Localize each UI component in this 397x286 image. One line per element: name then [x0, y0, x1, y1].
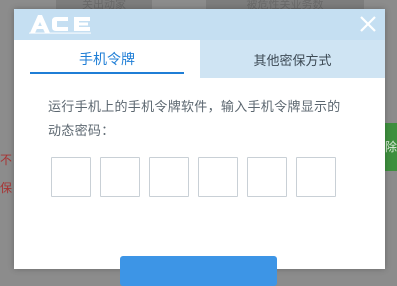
- code-digit-input-4[interactable]: [198, 157, 238, 197]
- tab-label: 手机令牌: [79, 52, 135, 68]
- code-digit-input-2[interactable]: [100, 157, 140, 197]
- ace-logo-icon: [28, 12, 94, 36]
- close-icon[interactable]: [357, 13, 379, 35]
- background-text-fragment: 不: [0, 153, 13, 167]
- tab-other-methods[interactable]: 其他密保方式: [200, 40, 385, 78]
- verification-method-tabs: 手机令牌 其他密保方式: [14, 40, 385, 78]
- submit-button[interactable]: [120, 256, 277, 286]
- dynamic-code-input-group: [51, 157, 336, 197]
- tab-phone-token[interactable]: 手机令牌: [14, 40, 200, 78]
- background-button-fragment: 除: [385, 123, 397, 171]
- code-digit-input-5[interactable]: [247, 157, 287, 197]
- tab-label: 其他密保方式: [253, 53, 332, 69]
- dialog-body: 运行手机上的手机令牌软件，输入手机令牌显示的动态密码：: [14, 78, 385, 286]
- background-text-fragment: 保: [0, 181, 13, 195]
- security-verification-dialog: 手机令牌 其他密保方式 运行手机上的手机令牌软件，输入手机令牌显示的动态密码：: [14, 9, 385, 286]
- instruction-text: 运行手机上的手机令牌软件，输入手机令牌显示的动态密码：: [48, 100, 341, 139]
- code-digit-input-6[interactable]: [296, 157, 336, 197]
- code-digit-input-1[interactable]: [51, 157, 91, 197]
- dialog-header: [14, 9, 385, 40]
- code-digit-input-3[interactable]: [149, 157, 189, 197]
- active-tab-indicator: [30, 72, 184, 74]
